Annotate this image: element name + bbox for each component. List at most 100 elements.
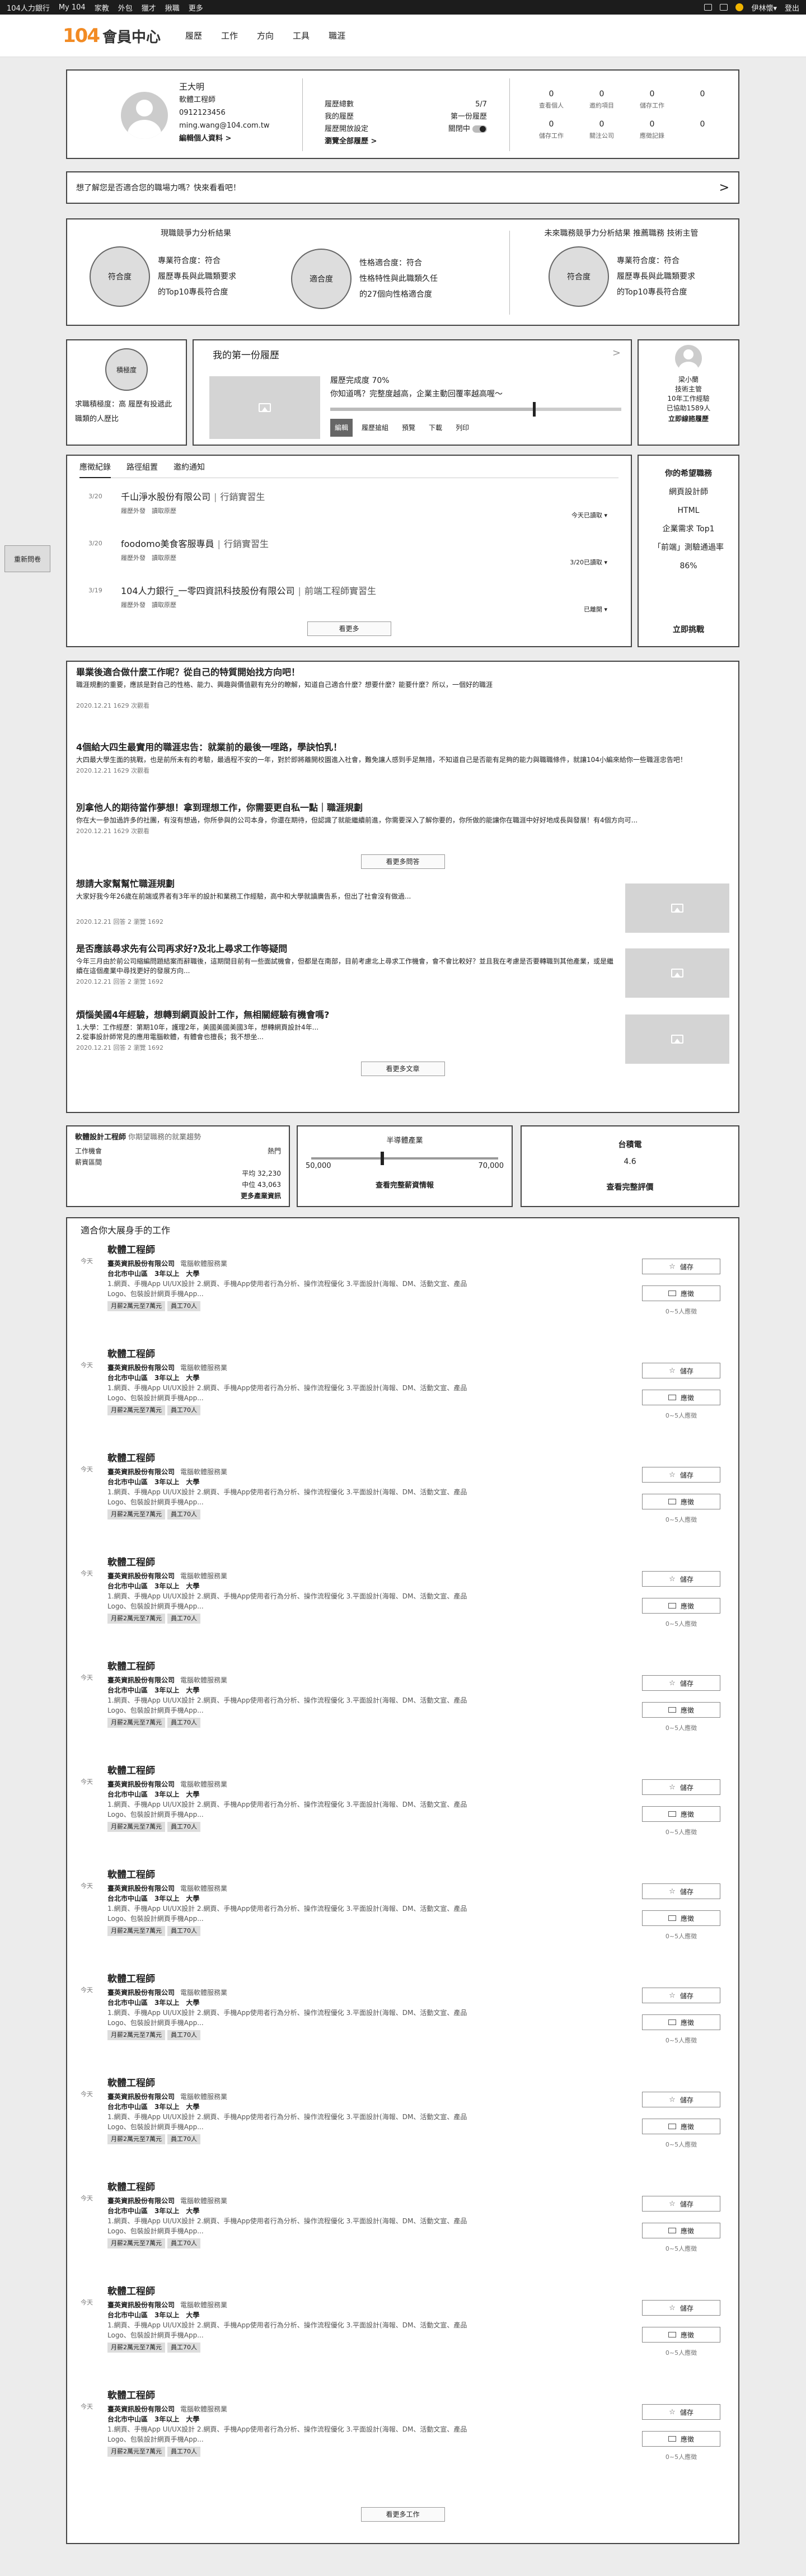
article-item[interactable]: 別拿他人的期待當作夢想！拿到理想工作，你需要更自私一點｜職涯規劃 你在大一參加過… xyxy=(76,803,729,854)
job-name[interactable]: 軟體工程師 xyxy=(107,1558,725,1568)
save-job-button[interactable]: ☆ 儲存 xyxy=(642,1779,720,1795)
save-job-button[interactable]: ☆ 儲存 xyxy=(642,1571,720,1587)
count-item[interactable]: 0 邀約項目 xyxy=(577,90,627,110)
more-qa-button[interactable]: 看更多問答 xyxy=(360,854,445,869)
job-company[interactable]: 臺英資訊股份有限公司 xyxy=(107,1468,175,1476)
save-job-button[interactable]: ☆ 儲存 xyxy=(642,2092,720,2107)
qa-title[interactable]: 想請大家幫幫忙職涯規劃 xyxy=(76,879,617,889)
job-name[interactable]: 軟體工程師 xyxy=(107,1766,725,1776)
apply-job-button[interactable]: 應徵 xyxy=(642,2431,720,2447)
job-company[interactable]: 臺英資訊股份有限公司 xyxy=(107,1364,175,1372)
nav-item-direction[interactable]: 方向 xyxy=(257,30,274,41)
more-industry-link[interactable]: 更多產業資訊 xyxy=(75,1190,281,1201)
job-name[interactable]: 軟體工程師 xyxy=(107,2182,725,2192)
qa-title[interactable]: 煩惱美國4年經驗，想轉到網頁設計工作，無相關經驗有機會嗎? xyxy=(76,1010,617,1020)
list-item[interactable]: 今天 軟體工程師 臺英資訊股份有限公司 電腦軟體服務業 台北市中山區 3年以上 大學 1.… xyxy=(81,2391,725,2495)
save-job-button[interactable]: ☆ 儲存 xyxy=(642,2300,720,2316)
resume-title[interactable]: 我的第一份履歷 xyxy=(213,347,622,361)
article-item[interactable]: 4個給大四生最實用的職涯忠告：就業前的最後一哩路，學訣怕乳！ 大四最大學生面的挑… xyxy=(76,742,729,803)
nav-item-career[interactable]: 職涯 xyxy=(329,30,345,41)
my104-link[interactable]: My 104 xyxy=(59,3,86,12)
chevron-right-icon[interactable]: > xyxy=(612,347,621,359)
record-status[interactable]: 3/20已讀取 ▾ xyxy=(570,558,607,567)
logo[interactable]: 104 會員中心 xyxy=(63,25,161,47)
job-company[interactable]: 臺英資訊股份有限公司 xyxy=(107,2197,175,2205)
tab-applications[interactable]: 應徵紀錄 xyxy=(79,461,111,478)
save-job-button[interactable]: ☆ 儲存 xyxy=(642,2196,720,2212)
record-company[interactable]: 104人力銀行_一零四資訊科技股份有限公司 xyxy=(121,586,295,596)
qa-item[interactable]: 煩惱美國4年經驗，想轉到網頁設計工作，無相關經驗有機會嗎? 1.大學：工作經歷：… xyxy=(76,1010,729,1064)
save-job-button[interactable]: ☆ 儲存 xyxy=(642,1467,720,1483)
apply-job-button[interactable]: 應徵 xyxy=(642,2327,720,2343)
more-articles-button[interactable]: 看更多文章 xyxy=(360,1062,445,1076)
save-job-button[interactable]: ☆ 儲存 xyxy=(642,1675,720,1691)
record-job[interactable]: 前端工程師實習生 xyxy=(304,586,376,596)
job-company[interactable]: 臺英資訊股份有限公司 xyxy=(107,1260,175,1268)
save-job-button[interactable]: ☆ 儲存 xyxy=(642,2404,720,2420)
retake-survey-button[interactable]: 重新問卷 xyxy=(4,545,50,572)
records-more-button[interactable]: 看更多 xyxy=(307,621,391,636)
download-button[interactable]: 下載 xyxy=(424,419,447,437)
apply-job-button[interactable]: 應徵 xyxy=(642,2014,720,2030)
article-item[interactable]: 畢業後適合做什麼工作呢？從自己的特質開始找方向吧！ 職涯規劃的重要，應該是對自己… xyxy=(76,667,729,742)
top-link-3[interactable]: 揪職 xyxy=(165,2,180,13)
edit-profile-link[interactable]: 編輯個人資料 > xyxy=(179,132,270,145)
job-company[interactable]: 臺英資訊股份有限公司 xyxy=(107,1989,175,1997)
list-item[interactable]: 3/19 104人力銀行_一零四資訊科技股份有限公司 | 前端工程師實習生 履歷外發… xyxy=(79,572,618,619)
job-name[interactable]: 軟體工程師 xyxy=(107,2391,725,2401)
apply-job-button[interactable]: 應徵 xyxy=(642,1285,720,1301)
record-company[interactable]: foodomo美食客服專員 xyxy=(121,539,214,549)
article-title[interactable]: 畢業後適合做什麼工作呢？從自己的特質開始找方向吧！ xyxy=(76,667,729,677)
list-item[interactable]: 今天 軟體工程師 臺英資訊股份有限公司 電腦軟體服務業 台北市中山區 3年以上 大學 1.… xyxy=(81,1662,725,1766)
print-button[interactable]: 列印 xyxy=(451,419,474,437)
record-company[interactable]: 千山淨水股份有限公司 xyxy=(121,492,210,502)
job-company[interactable]: 臺英資訊股份有限公司 xyxy=(107,2301,175,2309)
nav-item-tools[interactable]: 工具 xyxy=(293,30,310,41)
list-item[interactable]: 今天 軟體工程師 臺英資訊股份有限公司 電腦軟體服務業 台北市中山區 3年以上 大學 1.… xyxy=(81,1766,725,1870)
preview-button[interactable]: 預覽 xyxy=(397,419,420,437)
apply-job-button[interactable]: 應徵 xyxy=(642,1910,720,1926)
save-job-button[interactable]: ☆ 儲存 xyxy=(642,1883,720,1899)
resume-setting-button[interactable]: 履歷搶組 xyxy=(357,419,393,437)
avatar-badge-icon[interactable] xyxy=(735,3,744,11)
save-job-button[interactable]: ☆ 儲存 xyxy=(642,1259,720,1274)
list-item[interactable]: 今天 軟體工程師 臺英資訊股份有限公司 電腦軟體服務業 台北市中山區 3年以上 大學 1.… xyxy=(81,2182,725,2287)
count-item[interactable]: 0 關注公司 xyxy=(577,120,627,140)
message-icon[interactable] xyxy=(704,4,713,11)
count-item[interactable]: 0 查看個人 xyxy=(526,90,577,110)
qa-title[interactable]: 是否應該尋求先有公司再求好?及北上尋求工作等疑問 xyxy=(76,944,617,953)
count-item[interactable]: 0 應徵記錄 xyxy=(627,120,677,140)
user-menu[interactable]: 伊林懷▾ xyxy=(751,2,777,13)
consult-resume-link[interactable]: 立即線諮履歷 xyxy=(643,414,734,424)
top-link-1[interactable]: 外包 xyxy=(118,2,133,13)
job-company[interactable]: 臺英資訊股份有限公司 xyxy=(107,2093,175,2101)
job-company[interactable]: 臺英資訊股份有限公司 xyxy=(107,1572,175,1580)
notification-icon[interactable] xyxy=(720,4,728,11)
save-job-button[interactable]: ☆ 儲存 xyxy=(642,1363,720,1378)
list-item[interactable]: 今天 軟體工程師 臺英資訊股份有限公司 電腦軟體服務業 台北市中山區 3年以上 大學 1.… xyxy=(81,1870,725,1974)
more-jobs-button[interactable]: 看更多工作 xyxy=(360,2507,445,2522)
company-review-link[interactable]: 查看完整評價 xyxy=(532,1179,728,1196)
qa-item[interactable]: 想請大家幫幫忙職涯規劃 大家好我今年26歲在前端或界者有3年半的設計和業務工作經… xyxy=(76,879,729,944)
list-item[interactable]: 今天 軟體工程師 臺英資訊股份有限公司 電腦軟體服務業 台北市中山區 3年以上 大學 1.… xyxy=(81,1349,725,1453)
brand-link[interactable]: 104人力銀行 xyxy=(7,2,50,13)
top-link-0[interactable]: 家教 xyxy=(95,2,109,13)
logout-link[interactable]: 登出 xyxy=(785,2,799,13)
list-item[interactable]: 今天 軟體工程師 臺英資訊股份有限公司 電腦軟體服務業 台北市中山區 3年以上 大學 1.… xyxy=(81,1558,725,1662)
list-item[interactable]: 3/20 foodomo美食客服專員 | 行銷實習生 履歷外發 讀取原歷 3/20已… xyxy=(79,525,618,572)
activity-card[interactable]: 積極度 求職積極度：高 履歷有投遞此職類的人歷比 xyxy=(66,339,187,446)
count-item[interactable]: 0 xyxy=(677,120,728,140)
tab-paths[interactable]: 路徑組置 xyxy=(126,461,158,473)
edit-resume-button[interactable]: 編輯 xyxy=(330,419,353,437)
job-company[interactable]: 臺英資訊股份有限公司 xyxy=(107,1676,175,1684)
job-name[interactable]: 軟體工程師 xyxy=(107,1245,725,1255)
top-link-4[interactable]: 更多 xyxy=(189,2,203,13)
list-item[interactable]: 今天 軟體工程師 臺英資訊股份有限公司 電腦軟體服務業 台北市中山區 3年以上 大學 1.… xyxy=(81,1974,725,2078)
apply-job-button[interactable]: 應徵 xyxy=(642,2119,720,2134)
take-challenge-link[interactable]: 立即挑戰 xyxy=(639,621,738,639)
apply-job-button[interactable]: 應徵 xyxy=(642,1494,720,1509)
apply-job-button[interactable]: 應徵 xyxy=(642,1598,720,1614)
apply-job-button[interactable]: 應徵 xyxy=(642,1390,720,1405)
article-title[interactable]: 4個給大四生最實用的職涯忠告：就業前的最後一哩路，學訣怕乳！ xyxy=(76,742,729,752)
list-item[interactable]: 今天 軟體工程師 臺英資訊股份有限公司 電腦軟體服務業 台北市中山區 3年以上 大學 1.… xyxy=(81,2287,725,2391)
